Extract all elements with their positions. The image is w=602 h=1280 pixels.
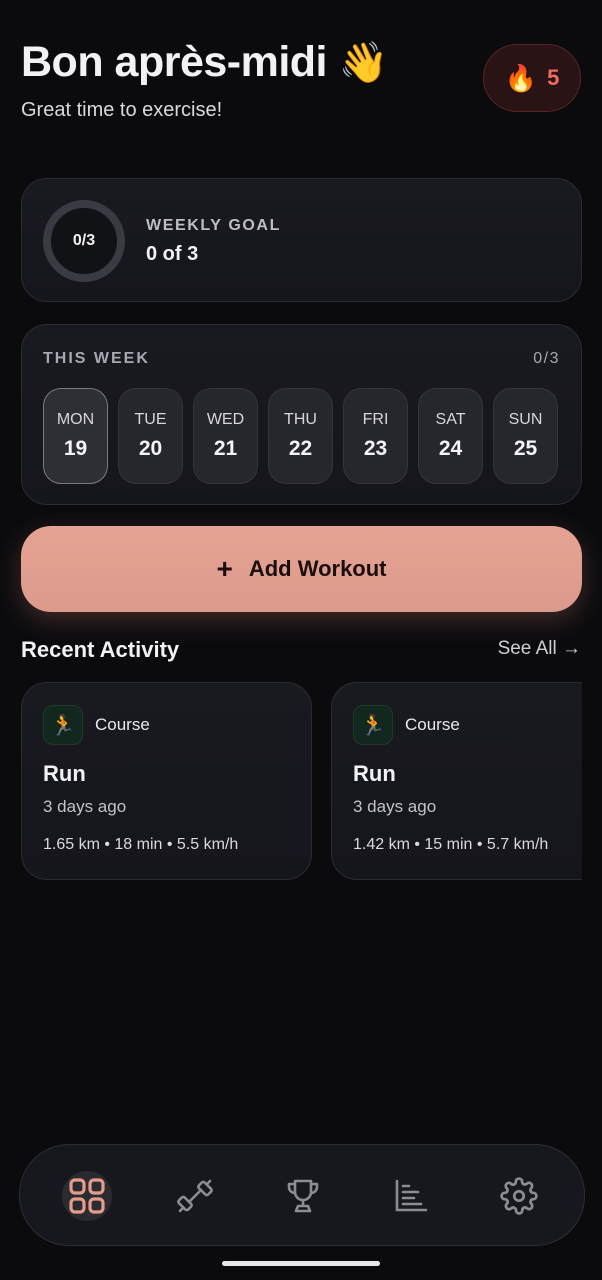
- nav-stats[interactable]: [386, 1171, 436, 1221]
- activity-name: Run: [43, 761, 86, 786]
- day-number: 22: [288, 437, 313, 460]
- goal-progress-ring: 0/3: [43, 200, 125, 282]
- activity-name: Run: [353, 761, 396, 786]
- goal-ring-label: 0/3: [72, 232, 96, 249]
- add-workout-label: Add Workout: [248, 556, 387, 581]
- day-number: 20: [138, 437, 163, 460]
- activity-time: 3 days ago: [353, 797, 437, 816]
- day-mon[interactable]: MON 19: [43, 388, 108, 484]
- home-screen: Bon après-midi 👋 Great time to exercise!…: [0, 0, 602, 1280]
- greeting-text: Bon après-midi: [21, 38, 328, 86]
- day-number: 24: [438, 437, 463, 460]
- nav-settings[interactable]: [494, 1171, 544, 1221]
- day-wed[interactable]: WED 21: [193, 388, 258, 484]
- activity-category: Course: [95, 715, 150, 734]
- home-indicator[interactable]: [222, 1261, 380, 1266]
- settings-icon: [500, 1177, 538, 1215]
- day-number: 19: [63, 437, 88, 460]
- day-number: 25: [513, 437, 538, 460]
- streak-count: 5: [547, 65, 560, 90]
- day-name: SAT: [435, 411, 466, 428]
- activity-stats: 1.65 km • 18 min • 5.5 km/h: [43, 836, 239, 853]
- day-sat[interactable]: SAT 24: [418, 388, 483, 484]
- goal-value: 0 of 3: [146, 243, 199, 265]
- bottom-nav: [19, 1144, 585, 1246]
- recent-activity-title: Recent Activity: [21, 637, 180, 662]
- day-name: WED: [206, 411, 245, 428]
- goal-label: WEEKLY GOAL: [146, 217, 281, 234]
- day-name: TUE: [134, 411, 167, 428]
- wave-icon: 👋: [338, 41, 388, 85]
- plus-icon: +: [216, 553, 233, 584]
- dumbbell-icon: [177, 1179, 213, 1213]
- activity-card[interactable]: 🏃 Course Run 3 days ago 1.65 km • 18 min…: [21, 682, 312, 880]
- nav-home[interactable]: [62, 1171, 112, 1221]
- activity-card[interactable]: 🏃 Course Run 3 days ago 1.42 km • 15 min…: [331, 682, 582, 880]
- weekly-goal-card[interactable]: 0/3 WEEKLY GOAL 0 of 3: [21, 178, 582, 302]
- day-name: MON: [56, 411, 95, 428]
- streak-badge[interactable]: 🔥 5: [483, 44, 581, 112]
- running-icon: 🏃: [43, 705, 83, 745]
- recent-activity-carousel[interactable]: 🏃 Course Run 3 days ago 1.65 km • 18 min…: [21, 682, 582, 882]
- bar-chart-icon: [395, 1179, 428, 1212]
- day-selector: MON 19 TUE 20 WED 21 THU 22 FRI 23 SAT 2…: [43, 388, 558, 484]
- day-number: 23: [363, 437, 388, 460]
- day-name: FRI: [362, 411, 389, 428]
- day-name: SUN: [508, 411, 543, 428]
- add-workout-button[interactable]: + Add Workout: [21, 526, 582, 612]
- activity-time: 3 days ago: [43, 797, 127, 816]
- goal-text: WEEKLY GOAL 0 of 3: [146, 217, 281, 266]
- this-week-card: THIS WEEK 0/3 MON 19 TUE 20 WED 21 THU 2…: [21, 324, 582, 505]
- day-number: 21: [213, 437, 238, 460]
- activity-category: Course: [405, 715, 460, 734]
- see-all-link[interactable]: See All →: [498, 638, 581, 660]
- day-thu[interactable]: THU 22: [268, 388, 333, 484]
- trophy-icon: [287, 1179, 319, 1213]
- running-icon: 🏃: [353, 705, 393, 745]
- nav-workouts[interactable]: [170, 1171, 220, 1221]
- header: Bon après-midi 👋 Great time to exercise!…: [21, 36, 581, 122]
- flame-icon: 🔥: [504, 62, 538, 93]
- dashboard-icon: [69, 1178, 105, 1214]
- day-fri[interactable]: FRI 23: [343, 388, 408, 484]
- day-tue[interactable]: TUE 20: [118, 388, 183, 484]
- day-sun[interactable]: SUN 25: [493, 388, 558, 484]
- nav-achievements[interactable]: [278, 1171, 328, 1221]
- week-count: 0/3: [533, 350, 560, 367]
- day-name: THU: [284, 411, 317, 428]
- week-title: THIS WEEK: [43, 350, 150, 367]
- activity-stats: 1.42 km • 15 min • 5.7 km/h: [353, 836, 549, 853]
